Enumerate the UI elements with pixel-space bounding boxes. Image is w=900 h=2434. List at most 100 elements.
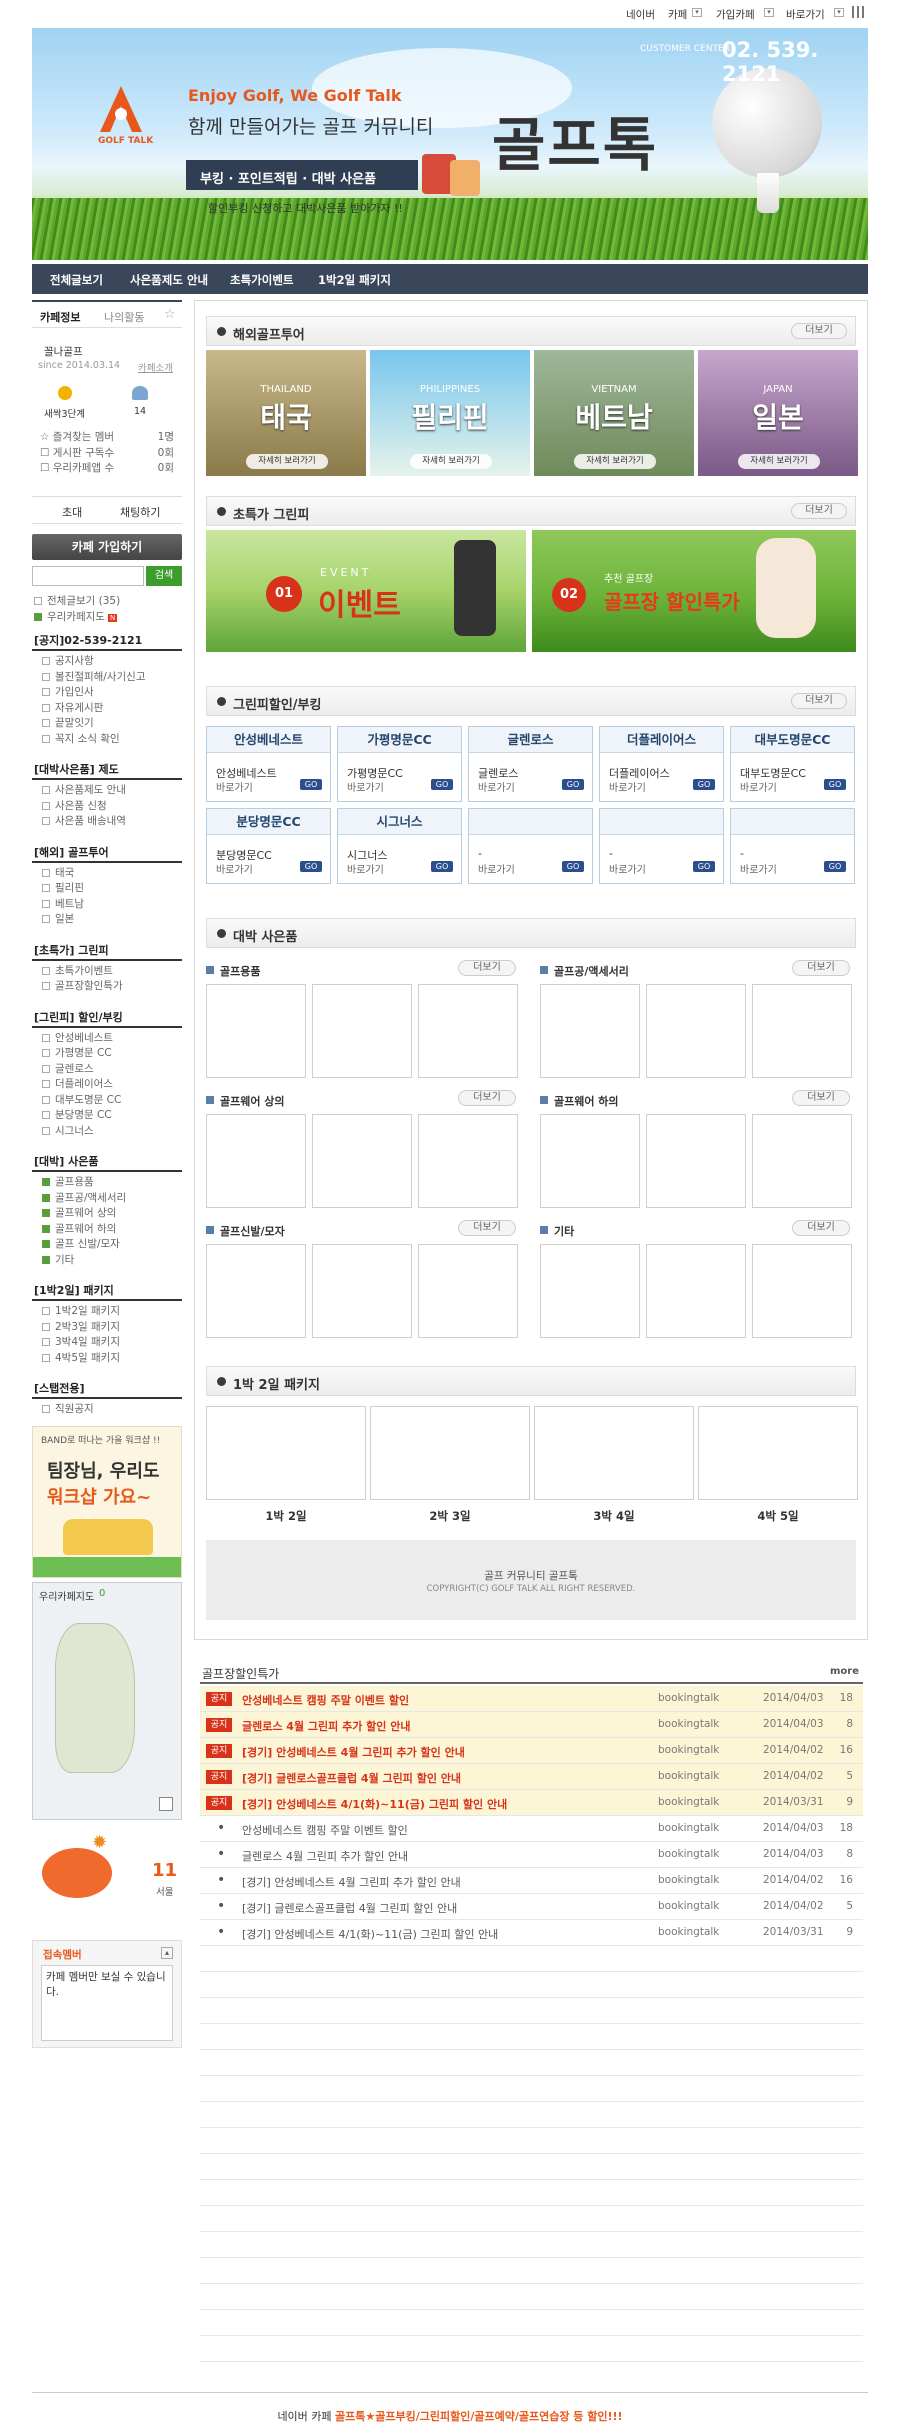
cafe-intro-link[interactable]: 카페소개 xyxy=(138,360,173,374)
gift-product-slot[interactable] xyxy=(752,984,852,1078)
gift-product-slot[interactable] xyxy=(752,1244,852,1338)
post-title[interactable]: [경기] 안성베네스트 4/1(화)~11(금) 그린피 할인 안내 xyxy=(242,1926,498,1942)
gift-more-button[interactable]: 더보기 xyxy=(458,960,516,976)
post-title[interactable]: 글렌로스 4월 그린피 추가 할인 안내 xyxy=(242,1718,410,1734)
chat-button[interactable]: 채팅하기 xyxy=(120,504,160,520)
gift-product-slot[interactable] xyxy=(646,1114,746,1208)
sidebar-menu-item[interactable]: 골프용품 xyxy=(42,1175,182,1191)
gift-product-slot[interactable] xyxy=(312,984,412,1078)
board-notice-row[interactable]: 공지 글렌로스 4월 그린피 추가 할인 안내 bookingtalk 2014/04… xyxy=(200,1712,863,1738)
package-label[interactable]: 4박 5일 xyxy=(698,1508,858,1524)
board-notice-row[interactable]: 공지 [경기] 안성베네스트 4/1(화)~11(금) 그린피 할인 안내 book… xyxy=(200,1790,863,1816)
sidebar-menu-item[interactable]: 기타 xyxy=(42,1253,182,1269)
sidebar-menu-item[interactable]: 3박4일 패키지 xyxy=(42,1335,182,1351)
board-notice-row[interactable]: 공지 [경기] 안성베네스트 4월 그린피 추가 할인 안내 bookingtalk… xyxy=(200,1738,863,1764)
tour-detail-button[interactable]: 자세히 보러가기 xyxy=(574,454,656,469)
cafe-dropdown-icon[interactable]: ▾ xyxy=(692,8,702,17)
tour-card[interactable]: VIETNAM 베트남 자세히 보러가기 xyxy=(534,350,694,476)
board-post-row[interactable]: • 글렌로스 4월 그린피 추가 할인 안내 bookingtalk 2014/04/… xyxy=(200,1842,863,1868)
map-zoom-icon[interactable] xyxy=(159,1797,173,1811)
tour-card[interactable]: THAILAND 태국 자세히 보러가기 xyxy=(206,350,366,476)
joined-dropdown-icon[interactable]: ▾ xyxy=(764,8,774,17)
gift-product-slot[interactable] xyxy=(312,1244,412,1338)
gift-product-slot[interactable] xyxy=(540,1114,640,1208)
board-more-link[interactable]: more xyxy=(830,1666,859,1677)
post-title[interactable]: [경기] 글렌로스골프클럽 4월 그린피 할인 안내 xyxy=(242,1900,457,1916)
greenfee-more-button[interactable]: 더보기 xyxy=(791,693,847,709)
search-button[interactable]: 검색 xyxy=(146,566,182,586)
sidebar-menu-item[interactable]: 4박5일 패키지 xyxy=(42,1351,182,1367)
tab-my-activity[interactable]: 나의활동 xyxy=(104,309,144,325)
greenfee-card[interactable]: 더플레이어스 더플레이어스 바로가기 GO xyxy=(599,726,724,802)
greenfee-card[interactable]: 글렌로스 글렌로스 바로가기 GO xyxy=(468,726,593,802)
nav-package[interactable]: 1박2일 패키지 xyxy=(318,272,391,288)
greenfee-card[interactable]: 시그너스 시그너스 바로가기 GO xyxy=(337,808,462,884)
sidebar-menu-item[interactable]: 공지사항 xyxy=(42,654,182,670)
greenfee-go-button[interactable]: GO xyxy=(824,779,846,790)
post-title[interactable]: [경기] 글렌로스골프클럽 4월 그린피 할인 안내 xyxy=(242,1770,461,1786)
sidebar-menu-item[interactable]: 초특가이벤트 xyxy=(42,964,182,980)
gift-product-slot[interactable] xyxy=(752,1114,852,1208)
sidebar-menu-item[interactable]: 필리핀 xyxy=(42,881,182,897)
footer-cafe-link[interactable]: 골프톡★골프부킹/그린피할인/골프예약/골프연습장 등 할인!!! xyxy=(335,2410,623,2423)
sidebar-menu-item[interactable]: 대부도명문 CC xyxy=(42,1093,182,1109)
sidebar-menu-item[interactable]: 분당명문 CC xyxy=(42,1108,182,1124)
greenfee-go-button[interactable]: GO xyxy=(562,779,584,790)
sidebar-menu-item[interactable]: 골프 신발/모자 xyxy=(42,1237,182,1253)
package-image-slot[interactable] xyxy=(534,1406,694,1500)
sidebar-menu-item[interactable]: 사은품 신청 xyxy=(42,799,182,815)
greenfee-card[interactable]: - 바로가기 GO xyxy=(599,808,724,884)
gift-product-slot[interactable] xyxy=(540,1244,640,1338)
sidebar-menu-item[interactable]: 골프장할인특가 xyxy=(42,979,182,995)
package-image-slot[interactable] xyxy=(206,1406,366,1500)
gift-product-slot[interactable] xyxy=(540,984,640,1078)
shortcut-link[interactable]: 바로가기 xyxy=(786,7,825,22)
cafe-map[interactable]: 우리카페지도 0 xyxy=(32,1582,182,1820)
sidebar-menu-item[interactable]: 가평명문 CC xyxy=(42,1046,182,1062)
grid-menu-icon[interactable] xyxy=(852,6,864,18)
post-title[interactable]: [경기] 안성베네스트 4/1(화)~11(금) 그린피 할인 안내 xyxy=(242,1796,507,1812)
gift-product-slot[interactable] xyxy=(312,1114,412,1208)
sidebar-menu-item[interactable]: 꼭지 소식 확인 xyxy=(42,732,182,748)
greenfee-go-button[interactable]: GO xyxy=(300,861,322,872)
tour-detail-button[interactable]: 자세히 보러가기 xyxy=(738,454,820,469)
greenfee-card[interactable]: 안성베네스트 안성베네스트 바로가기 GO xyxy=(206,726,331,802)
sidebar-menu-item[interactable]: 사은품 배송내역 xyxy=(42,814,182,830)
band-banner[interactable]: BAND로 떠나는 가을 워크샵 !! 팀장님, 우리도 워크샵 가요~ xyxy=(32,1426,182,1578)
package-label[interactable]: 1박 2일 xyxy=(206,1508,366,1524)
greenfee-card[interactable]: - 바로가기 GO xyxy=(468,808,593,884)
gift-product-slot[interactable] xyxy=(646,984,746,1078)
gift-more-button[interactable]: 더보기 xyxy=(792,960,850,976)
collapse-icon[interactable]: ▴ xyxy=(161,1947,173,1959)
gift-more-button[interactable]: 더보기 xyxy=(458,1220,516,1236)
sidebar-menu-item[interactable]: 태국 xyxy=(42,866,182,882)
cafe-map-link[interactable]: 우리카페지도 N xyxy=(34,610,118,627)
greenfee-go-button[interactable]: GO xyxy=(824,861,846,872)
post-title[interactable]: 안성베네스트 캠핑 주말 이벤트 할인 xyxy=(242,1692,409,1708)
gift-more-button[interactable]: 더보기 xyxy=(792,1090,850,1106)
sidebar-menu-item[interactable]: 사은품제도 안내 xyxy=(42,783,182,799)
tour-card[interactable]: JAPAN 일본 자세히 보러가기 xyxy=(698,350,858,476)
package-label[interactable]: 3박 4일 xyxy=(534,1508,694,1524)
gift-product-slot[interactable] xyxy=(418,984,518,1078)
sidebar-menu-item[interactable]: 1박2일 패키지 xyxy=(42,1304,182,1320)
board-post-row[interactable]: • [경기] 글렌로스골프클럽 4월 그린피 할인 안내 bookingtalk 20… xyxy=(200,1894,863,1920)
golf-course-discount-banner[interactable]: 02 추천 골프장 골프장 할인특가 xyxy=(532,530,856,652)
gift-product-slot[interactable] xyxy=(418,1114,518,1208)
tour-detail-button[interactable]: 자세히 보러가기 xyxy=(410,454,492,469)
tour-more-button[interactable]: 더보기 xyxy=(791,323,847,339)
invite-button[interactable]: 초대 xyxy=(62,504,82,520)
shortcut-dropdown-icon[interactable]: ▾ xyxy=(834,8,844,17)
gift-product-slot[interactable] xyxy=(418,1244,518,1338)
sidebar-menu-item[interactable]: 가입인사 xyxy=(42,685,182,701)
sidebar-menu-item[interactable]: 안성베네스트 xyxy=(42,1031,182,1047)
nav-all-posts[interactable]: 전체글보기 xyxy=(50,272,103,288)
board-notice-row[interactable]: 공지 [경기] 글렌로스골프클럽 4월 그린피 할인 안내 bookingtalk 2… xyxy=(200,1764,863,1790)
board-notice-row[interactable]: 공지 안성베네스트 캠핑 주말 이벤트 할인 bookingtalk 2014/04/… xyxy=(200,1686,863,1712)
greenfee-go-button[interactable]: GO xyxy=(693,779,715,790)
star-icon[interactable]: ☆ xyxy=(164,307,176,322)
event-banner[interactable]: 01 EVENT 이벤트 xyxy=(206,530,526,652)
greenfee-go-button[interactable]: GO xyxy=(693,861,715,872)
gift-product-slot[interactable] xyxy=(206,984,306,1078)
package-image-slot[interactable] xyxy=(698,1406,858,1500)
